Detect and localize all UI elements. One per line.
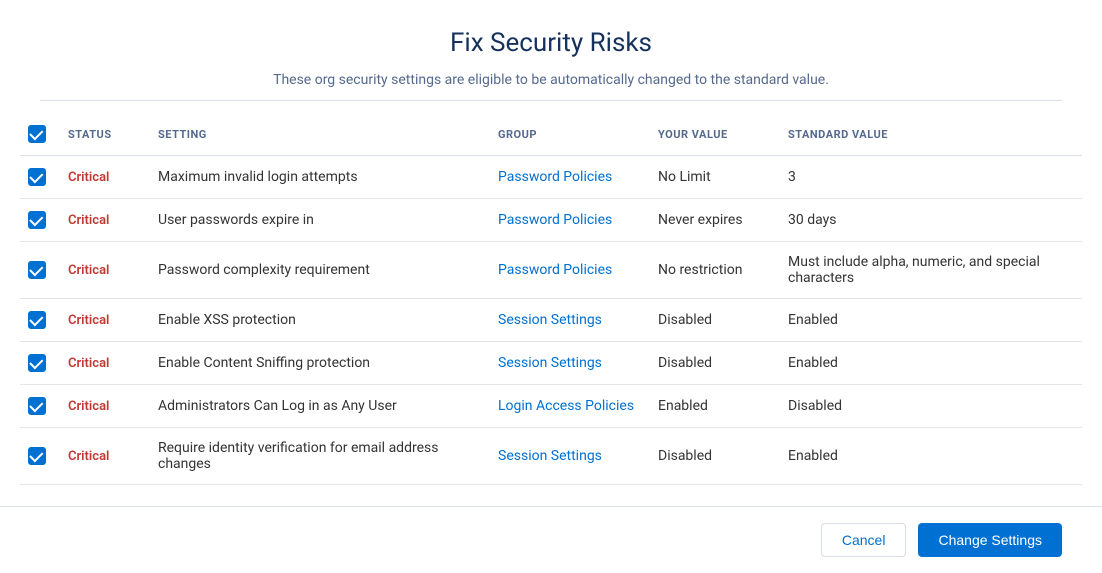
row-status: Critical bbox=[60, 299, 150, 342]
modal-footer: Cancel Change Settings bbox=[0, 506, 1102, 573]
row-your-value: No restriction bbox=[650, 242, 780, 299]
row-standard-value: Must include alpha, numeric, and special… bbox=[780, 242, 1082, 299]
table-row: CriticalRequire identity verification fo… bbox=[20, 428, 1082, 485]
row-setting: Password complexity requirement bbox=[150, 242, 490, 299]
row-checkbox-cell bbox=[20, 428, 60, 485]
row-group: Password Policies bbox=[490, 156, 650, 199]
row-status: Critical bbox=[60, 156, 150, 199]
row-setting: Enable XSS protection bbox=[150, 299, 490, 342]
table-header-row: STATUS SETTING GROUP YOUR VALUE STANDARD… bbox=[20, 113, 1082, 156]
row-setting: User passwords expire in bbox=[150, 199, 490, 242]
modal-container: Fix Security Risks These org security se… bbox=[0, 0, 1102, 573]
row-checkbox[interactable] bbox=[28, 397, 46, 415]
row-group: Login Access Policies bbox=[490, 385, 650, 428]
change-settings-button[interactable]: Change Settings bbox=[918, 523, 1062, 557]
header-setting: SETTING bbox=[150, 113, 490, 156]
table-container: STATUS SETTING GROUP YOUR VALUE STANDARD… bbox=[0, 113, 1102, 490]
group-link[interactable]: Password Policies bbox=[498, 169, 612, 185]
group-link[interactable]: Session Settings bbox=[498, 355, 602, 371]
row-status: Critical bbox=[60, 242, 150, 299]
row-setting: Enable Content Sniffing protection bbox=[150, 342, 490, 385]
row-standard-value: Enabled bbox=[780, 428, 1082, 485]
row-checkbox[interactable] bbox=[28, 261, 46, 279]
row-checkbox[interactable] bbox=[28, 447, 46, 465]
row-status: Critical bbox=[60, 342, 150, 385]
header-group: GROUP bbox=[490, 113, 650, 156]
row-checkbox-cell bbox=[20, 242, 60, 299]
table-row: CriticalPassword complexity requirement P… bbox=[20, 242, 1082, 299]
table-body: CriticalMaximum invalid login attemptsPa… bbox=[20, 156, 1082, 485]
row-group: Session Settings bbox=[490, 428, 650, 485]
row-your-value: Disabled bbox=[650, 342, 780, 385]
row-standard-value: 30 days bbox=[780, 199, 1082, 242]
row-checkbox[interactable] bbox=[28, 211, 46, 229]
row-standard-value: Enabled bbox=[780, 342, 1082, 385]
row-checkbox-cell bbox=[20, 156, 60, 199]
modal-header: Fix Security Risks These org security se… bbox=[0, 0, 1102, 113]
row-your-value: Never expires bbox=[650, 199, 780, 242]
cancel-button[interactable]: Cancel bbox=[821, 523, 907, 557]
row-standard-value: Enabled bbox=[780, 299, 1082, 342]
row-setting: Administrators Can Log in as Any User bbox=[150, 385, 490, 428]
page-title: Fix Security Risks bbox=[40, 28, 1062, 58]
group-link[interactable]: Password Policies bbox=[498, 212, 612, 228]
row-status: Critical bbox=[60, 385, 150, 428]
row-your-value: Disabled bbox=[650, 299, 780, 342]
table-row: CriticalMaximum invalid login attempts Pa… bbox=[20, 156, 1082, 199]
row-checkbox-cell bbox=[20, 199, 60, 242]
header-your-value: YOUR VALUE bbox=[650, 113, 780, 156]
select-all-checkbox[interactable] bbox=[28, 125, 46, 143]
row-group: Session Settings bbox=[490, 342, 650, 385]
header-divider bbox=[40, 100, 1062, 101]
group-link[interactable]: Password Policies bbox=[498, 262, 612, 278]
row-your-value: No Limit bbox=[650, 156, 780, 199]
table-row: CriticalEnable Content Sniffing protecti… bbox=[20, 342, 1082, 385]
row-group: Session Settings bbox=[490, 299, 650, 342]
row-checkbox-cell bbox=[20, 385, 60, 428]
row-checkbox[interactable] bbox=[28, 311, 46, 329]
page-subtitle: These org security settings are eligible… bbox=[40, 72, 1062, 88]
row-checkbox[interactable] bbox=[28, 354, 46, 372]
row-standard-value: 3 bbox=[780, 156, 1082, 199]
security-table: STATUS SETTING GROUP YOUR VALUE STANDARD… bbox=[20, 113, 1082, 485]
row-status: Critical bbox=[60, 428, 150, 485]
group-link[interactable]: Session Settings bbox=[498, 312, 602, 328]
row-your-value: Disabled bbox=[650, 428, 780, 485]
row-setting: Maximum invalid login attempts bbox=[150, 156, 490, 199]
table-row: CriticalEnable XSS protection Session Set… bbox=[20, 299, 1082, 342]
row-checkbox[interactable] bbox=[28, 168, 46, 186]
header-standard-value: STANDARD VALUE bbox=[780, 113, 1082, 156]
group-link[interactable]: Session Settings bbox=[498, 448, 602, 464]
row-standard-value: Disabled bbox=[780, 385, 1082, 428]
header-status: STATUS bbox=[60, 113, 150, 156]
row-setting: Require identity verification for email … bbox=[150, 428, 490, 485]
row-group: Password Policies bbox=[490, 199, 650, 242]
row-checkbox-cell bbox=[20, 299, 60, 342]
row-checkbox-cell bbox=[20, 342, 60, 385]
row-group: Password Policies bbox=[490, 242, 650, 299]
group-link[interactable]: Login Access Policies bbox=[498, 398, 634, 414]
table-row: CriticalAdministrators Can Log in as Any… bbox=[20, 385, 1082, 428]
table-row: CriticalUser passwords expire in Password… bbox=[20, 199, 1082, 242]
row-your-value: Enabled bbox=[650, 385, 780, 428]
header-checkbox-cell bbox=[20, 113, 60, 156]
row-status: Critical bbox=[60, 199, 150, 242]
